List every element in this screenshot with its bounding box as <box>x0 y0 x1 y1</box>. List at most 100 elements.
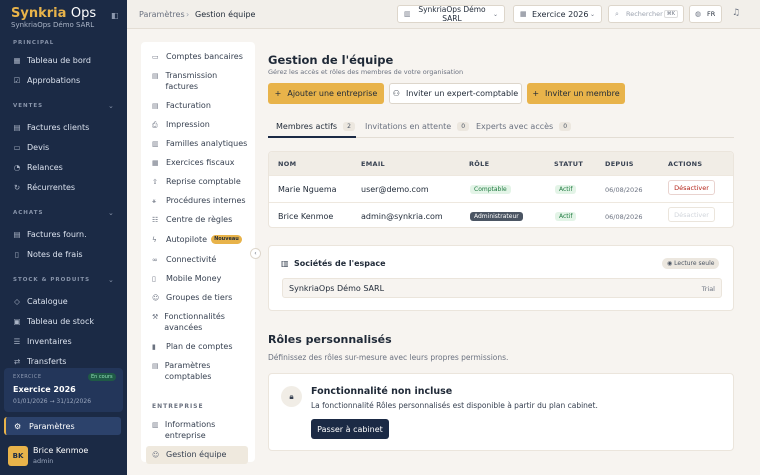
subnav-item-bank-accounts[interactable]: ▭ Comptes bancaires <box>146 52 248 63</box>
search-input[interactable]: ⌕ Rechercher ⌘K <box>608 5 684 23</box>
user-plus-icon: ⚇ <box>392 89 400 98</box>
members-table: NOM EMAIL RÔLE STATUT DEPUIS ACTIONS Mar… <box>268 151 734 228</box>
chevron-down-icon[interactable]: ⌄ <box>108 102 114 110</box>
fiscal-year-label: EXERCICE <box>13 374 42 380</box>
subnav-item-mobile-money[interactable]: ▯ Mobile Money <box>146 274 248 285</box>
plus-icon: + <box>532 89 540 98</box>
subnav-item-fiscal-years[interactable]: ▦ Exercices fiscaux <box>146 158 248 169</box>
subnav-item-chart-of-accounts[interactable]: ▮ Plan de comptes <box>146 342 248 353</box>
section-label-ventes: VENTES <box>13 103 44 109</box>
fiscal-year-select[interactable]: ▦ Exercice 2026 ⌄ <box>513 5 602 23</box>
sidebar-item-catalog[interactable]: ◇ Catalogue <box>4 292 123 310</box>
member-name: Brice Kenmoe <box>278 212 334 221</box>
tab-pending-invitations[interactable]: Invitations en attente 0 <box>365 122 470 131</box>
subnav-item-internal-procedures[interactable]: ⚹ Procédures internes <box>146 196 248 207</box>
upload-icon: ⇧ <box>152 178 158 186</box>
sidebar-item-stock-board[interactable]: ▣ Tableau de stock <box>4 312 123 330</box>
column-header-actions: ACTIONS <box>668 160 703 168</box>
subnav-item-printing[interactable]: ⎙ Impression <box>146 120 248 131</box>
sidebar-collapse-icon[interactable]: ◧ <box>111 11 119 20</box>
sidebar-item-supplier-invoices[interactable]: ▤ Factures fourn. <box>4 225 123 243</box>
sidebar-item-approvals[interactable]: ☑ Approbations <box>4 71 123 89</box>
fiscal-year-title: Exercice 2026 <box>13 385 76 394</box>
gear-icon: ⚙ <box>14 421 22 431</box>
language-select[interactable]: ◍ FR <box>689 5 722 23</box>
sidebar: Synkria Ops SynkriaOps Démo SARL ◧ PRINC… <box>0 0 127 475</box>
company-row: SynkriaOps Démo SARL Trial <box>282 278 722 298</box>
users-icon: ☺ <box>152 294 160 302</box>
tag-icon: ◇ <box>14 296 20 306</box>
subnav-item-accounting-settings[interactable]: ▤ Paramètres comptables <box>146 361 248 382</box>
transfer-icon: ⇄ <box>13 356 21 366</box>
subnav-item-advanced-features[interactable]: ⚒ Fonctionnalités avancées <box>146 312 248 333</box>
subnav-collapse-icon[interactable]: ‹ <box>250 248 261 259</box>
fiscal-year-card[interactable]: EXERCICE En cours Exercice 2026 01/01/20… <box>4 368 123 412</box>
subnav-item-rules-center[interactable]: ☷ Centre de règles <box>146 215 248 226</box>
bank-icon: ▭ <box>152 53 159 61</box>
quote-icon: ▭ <box>13 142 21 152</box>
chevron-down-icon: ⌄ <box>589 10 595 18</box>
role-badge: Comptable <box>470 185 511 194</box>
subnav-item-autopilot[interactable]: ϟ Autopilote Nouveau <box>146 235 248 246</box>
add-company-button[interactable]: + Ajouter une entreprise <box>268 83 384 104</box>
subnav-item-connectivity[interactable]: ∞ Connectivité <box>146 255 248 266</box>
company-name: SynkriaOps Démo SARL <box>289 284 385 293</box>
printer-icon: ⎙ <box>152 121 158 129</box>
breadcrumb-root[interactable]: Paramètres <box>139 10 185 19</box>
column-header-email: EMAIL <box>361 160 385 168</box>
company-select[interactable]: ▥ SynkriaOps Démo SARL ⌄ <box>397 5 505 23</box>
notifications-bell-icon[interactable]: ♫ <box>732 8 740 18</box>
link-icon: ∞ <box>152 256 158 264</box>
sidebar-item-expense-notes[interactable]: ▯ Notes de frais <box>4 245 123 263</box>
chevron-down-icon[interactable]: ⌄ <box>108 209 114 217</box>
sidebar-item-dashboard[interactable]: ▦ Tableau de bord <box>4 51 123 69</box>
sidebar-item-quotes[interactable]: ▭ Devis <box>4 138 123 156</box>
building-icon: ▥ <box>281 259 289 268</box>
sidebar-item-reminders[interactable]: ◔ Relances <box>4 158 123 176</box>
new-badge: Nouveau <box>211 235 242 244</box>
sidebar-item-client-invoices[interactable]: ▤ Factures clients <box>4 118 123 136</box>
table-header: NOM EMAIL RÔLE STATUT DEPUIS ACTIONS <box>269 152 733 175</box>
book-icon: ▮ <box>152 343 156 351</box>
tab-count: 0 <box>559 122 572 131</box>
subnav-item-accounting-import[interactable]: ⇧ Reprise comptable <box>146 177 248 188</box>
company-plan: Trial <box>701 285 715 293</box>
sidebar-item-recurring[interactable]: ↻ Récurrentes <box>4 178 123 196</box>
sidebar-item-settings[interactable]: ⚙ Paramètres <box>4 417 121 435</box>
subnav-item-company-info[interactable]: ▥ Informations entreprise <box>146 420 248 441</box>
lightning-icon: ϟ <box>152 236 157 244</box>
tab-active-members[interactable]: Membres actifs 2 <box>276 122 355 131</box>
calendar-icon: ▦ <box>520 10 527 18</box>
page-title: Gestion de l'équipe <box>268 53 394 67</box>
upgrade-button[interactable]: Passer à cabinet <box>311 419 389 439</box>
fiscal-year-range: 01/01/2026 → 31/12/2026 <box>13 398 92 405</box>
subnav-item-third-party-groups[interactable]: ☺ Groupes de tiers <box>146 293 248 304</box>
deactivate-button[interactable]: Désactiver <box>668 180 715 195</box>
invite-member-button[interactable]: + Inviter un membre <box>527 83 625 104</box>
column-header-status: STATUT <box>554 160 584 168</box>
brand-logo[interactable]: Synkria Ops <box>11 6 96 21</box>
column-header-name: NOM <box>278 160 297 168</box>
wrench-icon: ⚒ <box>152 313 159 321</box>
building-icon: ▥ <box>404 10 411 18</box>
avatar[interactable]: BK <box>8 446 28 466</box>
member-email: admin@synkria.com <box>361 212 443 221</box>
subnav-item-billing[interactable]: ▤ Facturation <box>146 101 248 112</box>
read-only-badge: ◉ Lecture seule <box>662 258 720 269</box>
role-badge: Administrateur <box>470 212 523 221</box>
sidebar-item-inventories[interactable]: ☰ Inventaires <box>4 332 123 350</box>
subnav-item-analytic-families[interactable]: ▥ Familles analytiques <box>146 139 248 150</box>
invite-expert-button[interactable]: ⚇ Inviter un expert-comptable <box>389 83 522 104</box>
chevron-down-icon[interactable]: ⌄ <box>108 276 114 284</box>
feature-locked-card <box>268 373 734 451</box>
calendar-icon: ▦ <box>152 159 159 167</box>
subnav-item-team-management[interactable]: ☺ Gestion équipe <box>146 446 248 464</box>
custom-roles-title: Rôles personnalisés <box>268 333 392 346</box>
list-icon: ☰ <box>13 336 21 346</box>
tab-experts-access[interactable]: Experts avec accès 0 <box>476 122 572 131</box>
subnav-item-invoice-transmission[interactable]: ▤ Transmission factures <box>146 71 248 92</box>
member-since: 06/08/2026 <box>605 213 643 221</box>
section-label-stock: STOCK & PRODUITS <box>13 277 91 283</box>
invoice-icon: ▤ <box>13 122 21 132</box>
chevron-down-icon: ⌄ <box>492 10 498 18</box>
